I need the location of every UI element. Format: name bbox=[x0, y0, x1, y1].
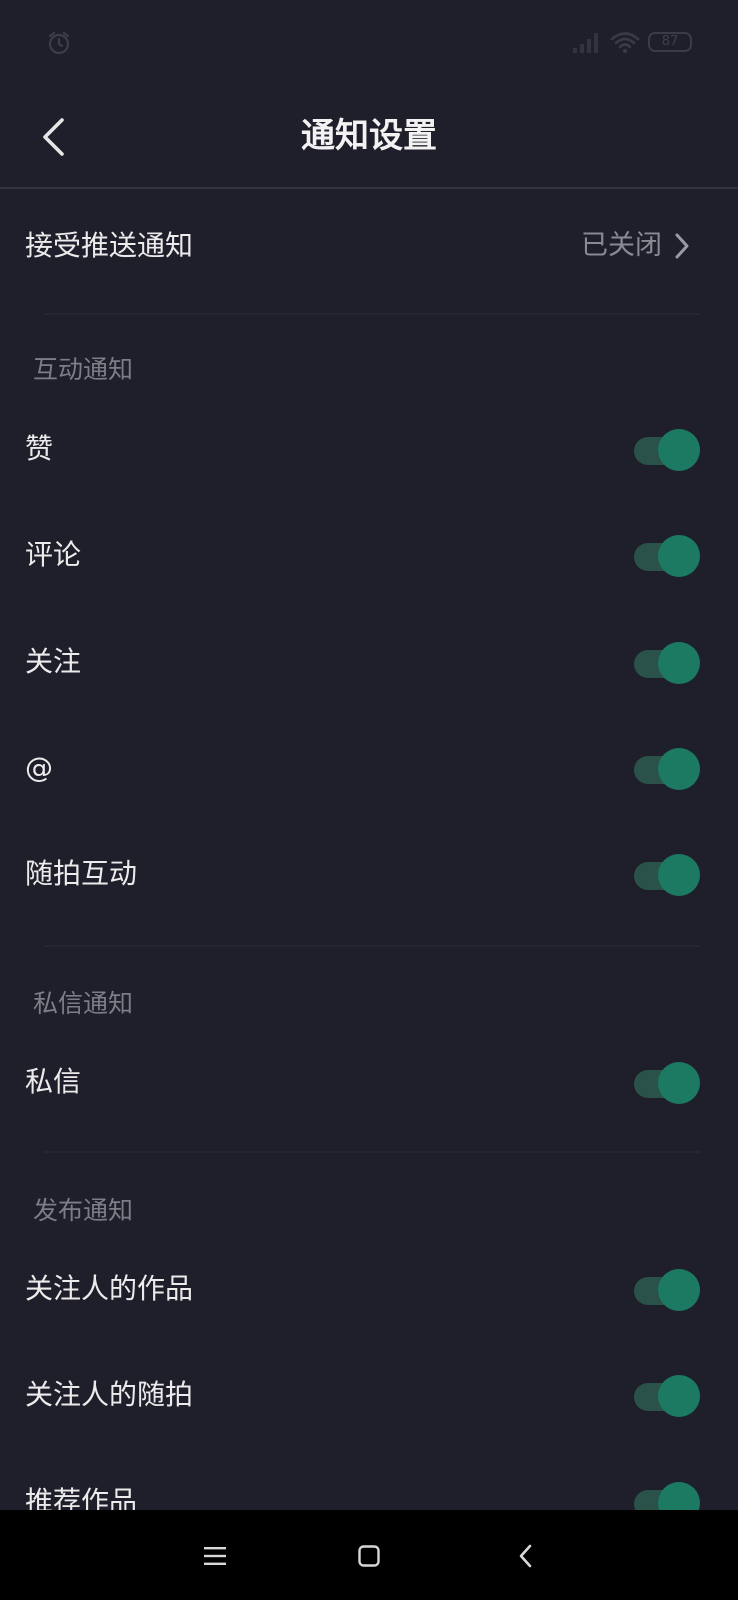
section-header-messages: 私信通知 bbox=[33, 989, 134, 1018]
setting-row-direct-message: 私信 bbox=[0, 1029, 738, 1135]
setting-row-mention: @ bbox=[0, 715, 738, 821]
toggle-knob bbox=[658, 748, 700, 790]
back-button[interactable] bbox=[28, 110, 78, 164]
chevron-right-icon bbox=[675, 233, 689, 259]
setting-row-follow: 关注 bbox=[0, 609, 738, 715]
battery-icon: 87 bbox=[648, 32, 692, 52]
signal-icon bbox=[573, 33, 598, 53]
system-back-button[interactable] bbox=[502, 1532, 550, 1580]
nav-bar: 通知设置 bbox=[0, 88, 738, 188]
setting-label: 评论 bbox=[25, 538, 82, 571]
setting-row-followed-works: 关注人的作品 bbox=[0, 1236, 738, 1342]
toggle-switch-followed-works[interactable] bbox=[632, 1269, 700, 1311]
setting-row-like: 赞 bbox=[0, 396, 738, 502]
section-divider bbox=[44, 1151, 700, 1153]
toggle-knob bbox=[658, 1269, 700, 1311]
toggle-switch-followed-snapshots[interactable] bbox=[632, 1375, 700, 1417]
push-notification-label: 接受推送通知 bbox=[25, 229, 194, 262]
page-title: 通知设置 bbox=[301, 116, 437, 156]
setting-label: 关注 bbox=[25, 645, 82, 678]
toggle-switch-like[interactable] bbox=[632, 429, 700, 471]
toggle-switch-follow[interactable] bbox=[632, 642, 700, 684]
menu-button[interactable] bbox=[191, 1532, 239, 1580]
menu-icon bbox=[204, 1547, 226, 1565]
toggle-switch-comment[interactable] bbox=[632, 535, 700, 577]
push-notification-row[interactable]: 接受推送通知 已关闭 bbox=[0, 190, 738, 296]
toggle-switch-snapshot-interaction[interactable] bbox=[632, 854, 700, 896]
section-divider bbox=[44, 313, 700, 315]
toggle-knob bbox=[658, 429, 700, 471]
section-header-interaction: 互动通知 bbox=[33, 355, 134, 384]
setting-label: 赞 bbox=[25, 432, 54, 465]
setting-row-snapshot-interaction: 随拍互动 bbox=[0, 821, 738, 927]
toggle-switch-mention[interactable] bbox=[632, 748, 700, 790]
toggle-knob bbox=[658, 1375, 700, 1417]
section-header-publish: 发布通知 bbox=[33, 1196, 134, 1225]
alarm-icon bbox=[48, 31, 70, 55]
home-button[interactable] bbox=[345, 1532, 393, 1580]
chevron-left-icon bbox=[43, 118, 64, 156]
push-notification-status: 已关闭 bbox=[581, 230, 662, 261]
setting-label: 关注人的随拍 bbox=[25, 1378, 194, 1411]
setting-label: 关注人的作品 bbox=[25, 1272, 194, 1305]
toggle-knob bbox=[658, 642, 700, 684]
toggle-knob bbox=[658, 1062, 700, 1104]
nav-divider bbox=[0, 187, 738, 189]
setting-label: 私信 bbox=[25, 1065, 82, 1098]
section-divider bbox=[44, 945, 700, 947]
system-navigation-bar bbox=[0, 1510, 738, 1600]
setting-label: @ bbox=[25, 751, 53, 784]
setting-label: 随拍互动 bbox=[25, 857, 138, 890]
back-icon bbox=[519, 1544, 532, 1568]
toggle-switch-direct-message[interactable] bbox=[632, 1062, 700, 1104]
wifi-icon bbox=[610, 32, 640, 53]
status-bar: 87 bbox=[0, 0, 738, 88]
setting-row-comment: 评论 bbox=[0, 502, 738, 608]
toggle-knob bbox=[658, 854, 700, 896]
toggle-knob bbox=[658, 535, 700, 577]
battery-level: 87 bbox=[661, 34, 679, 49]
home-icon bbox=[358, 1545, 380, 1567]
setting-row-followed-snapshots: 关注人的随拍 bbox=[0, 1342, 738, 1448]
